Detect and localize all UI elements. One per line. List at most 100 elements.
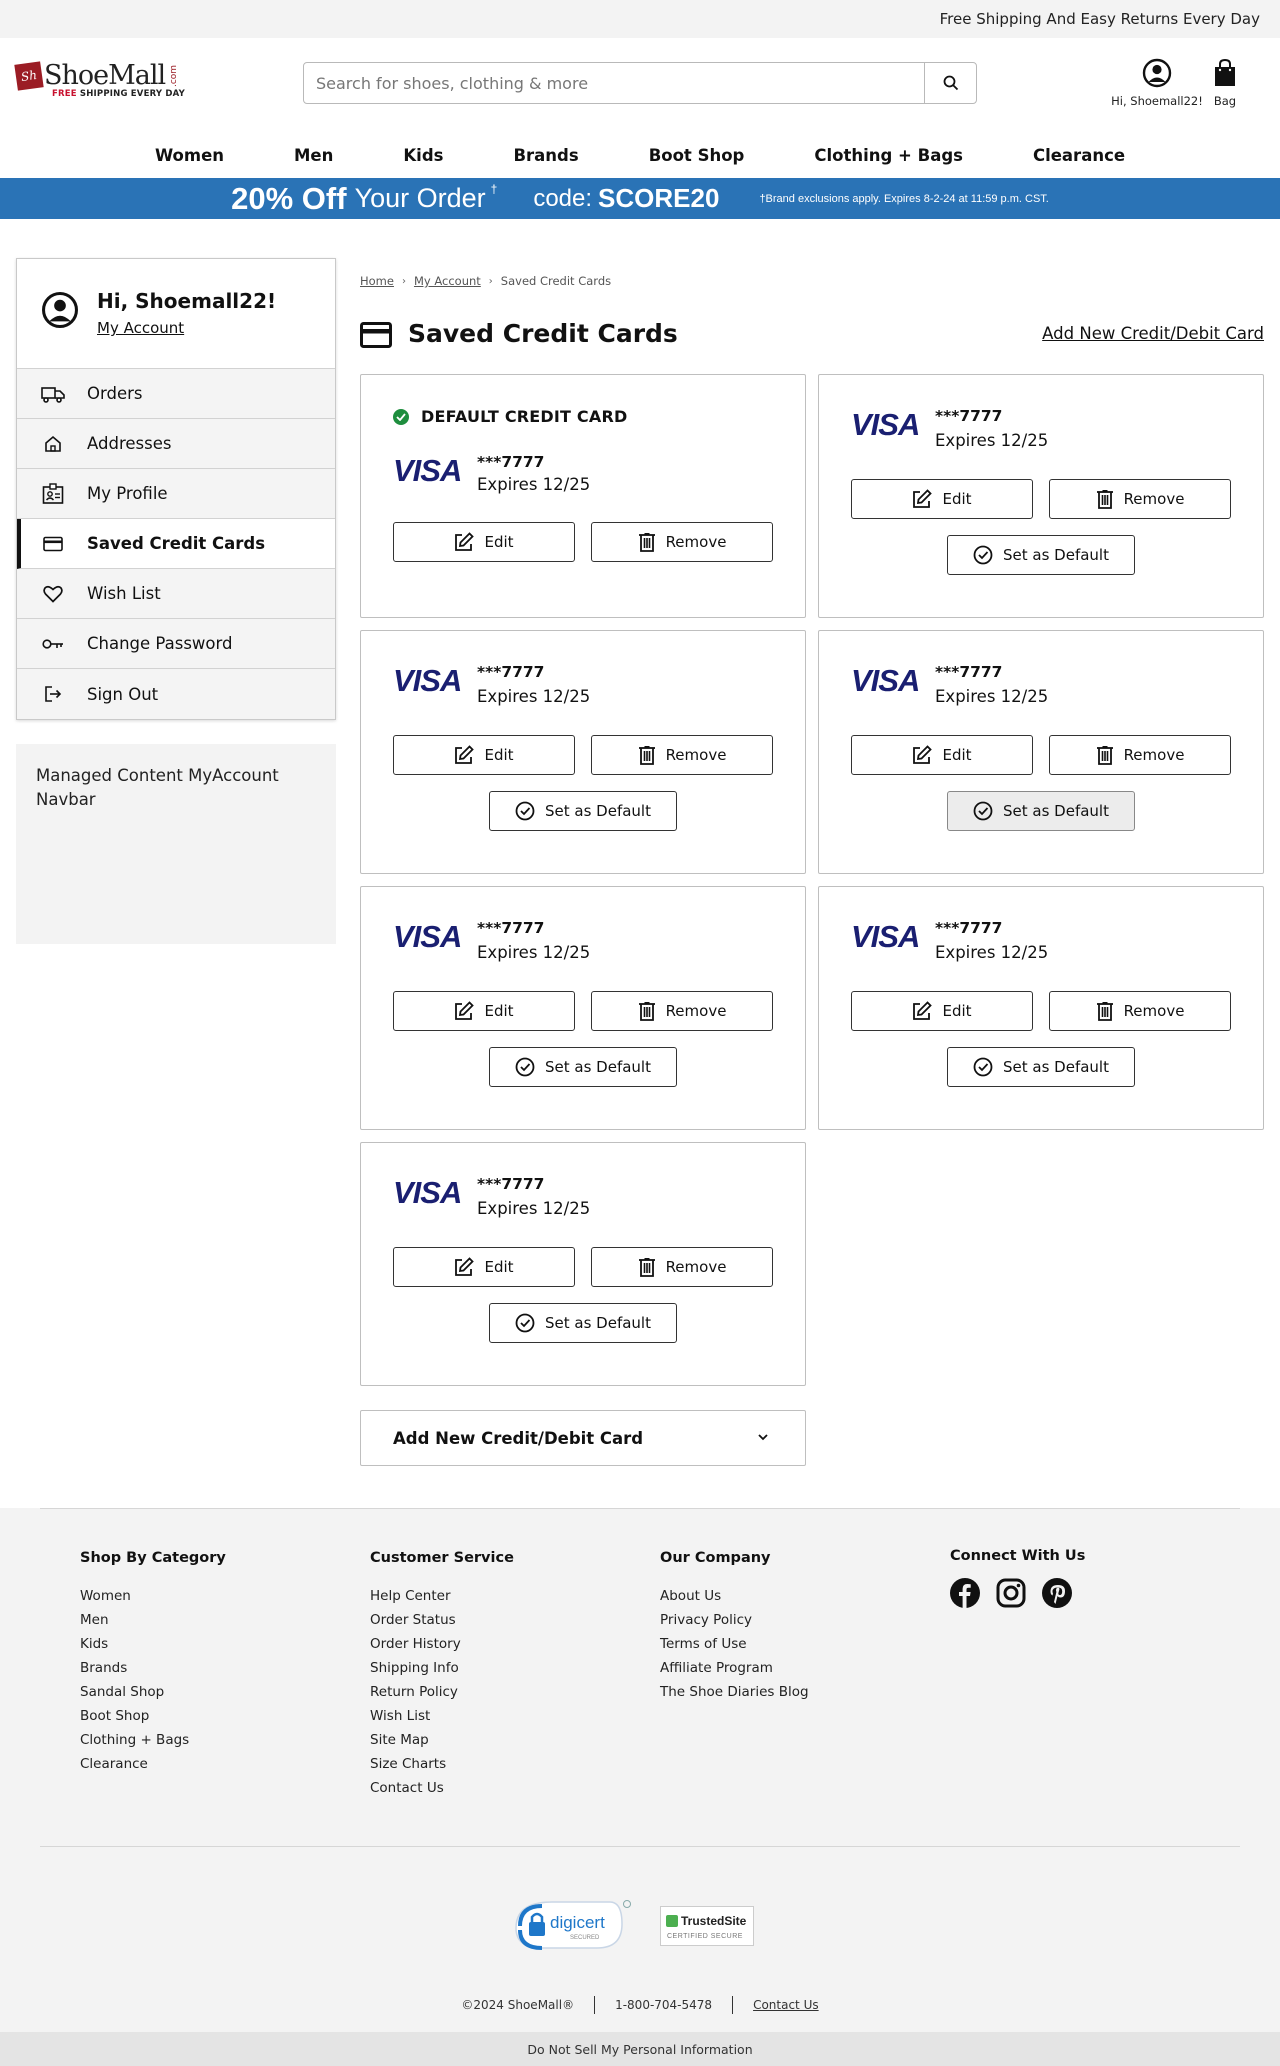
card-expiry: Expires 12/25	[477, 1199, 591, 1218]
edit-card-button[interactable]: Edit	[851, 735, 1033, 775]
edit-card-button[interactable]: Edit	[393, 991, 575, 1031]
footer-link[interactable]: Size Charts	[370, 1752, 514, 1776]
edit-icon	[455, 1001, 475, 1020]
edit-card-button[interactable]: Edit	[393, 522, 575, 562]
footer-heading: Shop By Category	[80, 1550, 226, 1566]
user-circle-icon	[42, 292, 78, 328]
add-card-accordion[interactable]: Add New Credit/Debit Card	[360, 1410, 806, 1466]
footer-link[interactable]: Brands	[80, 1656, 226, 1680]
sidebar-item-sign-out[interactable]: Sign Out	[17, 669, 335, 719]
footer-link[interactable]: Wish List	[370, 1704, 514, 1728]
remove-card-button[interactable]: Remove	[591, 735, 773, 775]
search-button[interactable]	[924, 63, 976, 103]
promo-code-label: code:	[533, 184, 593, 212]
do-not-sell-bar[interactable]: Do Not Sell My Personal Information	[0, 2032, 1280, 2066]
remove-card-button[interactable]: Remove	[591, 991, 773, 1031]
nav-men[interactable]: Men	[259, 146, 368, 165]
edit-card-button[interactable]: Edit	[393, 1247, 575, 1287]
footer-link[interactable]: Clothing + Bags	[80, 1728, 226, 1752]
account-menu[interactable]: Hi, Shoemall22!	[1110, 58, 1204, 108]
footer-link[interactable]: Return Policy	[370, 1680, 514, 1704]
edit-card-button[interactable]: Edit	[851, 479, 1033, 519]
set-default-button[interactable]: Set as Default	[489, 1303, 677, 1343]
digicert-seal[interactable]: digicert SECURED	[512, 1898, 632, 1954]
footer-col-service: Customer Service Help Center Order Statu…	[370, 1550, 514, 1800]
nav-kids[interactable]: Kids	[368, 146, 478, 165]
footer-heading: Our Company	[660, 1550, 771, 1566]
remove-card-button[interactable]: Remove	[1049, 735, 1231, 775]
edit-card-button[interactable]: Edit	[851, 991, 1033, 1031]
footer-heading: Customer Service	[370, 1550, 514, 1566]
set-default-button[interactable]: Set as Default	[489, 791, 677, 831]
trash-icon	[638, 533, 655, 552]
breadcrumb-my-account[interactable]: My Account	[414, 274, 481, 288]
footer-link[interactable]: Contact Us	[370, 1776, 514, 1800]
pinterest-icon[interactable]	[1042, 1578, 1072, 1608]
footer-link[interactable]: Shipping Info	[370, 1656, 514, 1680]
nav-clearance[interactable]: Clearance	[998, 146, 1160, 165]
set-default-button[interactable]: Set as Default	[947, 1047, 1135, 1087]
top-promo-strip: Free Shipping And Easy Returns Every Day	[0, 0, 1280, 38]
footer-link[interactable]: Terms of Use	[660, 1632, 809, 1656]
sidebar-item-orders[interactable]: Orders	[17, 369, 335, 419]
promo-banner[interactable]: 20% Off Your Order † code: SCORE20 †Bran…	[0, 178, 1280, 219]
remove-card-button[interactable]: Remove	[1049, 991, 1231, 1031]
footer-link[interactable]: Kids	[80, 1632, 226, 1656]
trustedsite-seal[interactable]: TrustedSite CERTIFIED SECURE	[660, 1906, 754, 1946]
visa-logo: VISA	[851, 407, 920, 442]
nav-women[interactable]: Women	[120, 146, 259, 165]
site-header: Sh ShoeMall .com FREE SHIPPING EVERY DAY…	[0, 38, 1280, 132]
sidebar-item-label: Saved Credit Cards	[87, 534, 266, 553]
facebook-icon[interactable]	[950, 1578, 980, 1608]
remove-card-button[interactable]: Remove	[591, 1247, 773, 1287]
card-number: ***7777	[935, 919, 1003, 937]
phone-number[interactable]: 1-800-704-5478	[615, 1998, 712, 2012]
copyright-text: ©2024 ShoeMall®	[461, 1998, 575, 2012]
nav-brands[interactable]: Brands	[478, 146, 613, 165]
add-new-card-link[interactable]: Add New Credit/Debit Card	[1042, 324, 1264, 343]
promo-your-order: Your Order	[354, 183, 486, 213]
footer-link[interactable]: Men	[80, 1608, 226, 1632]
remove-card-button[interactable]: Remove	[591, 522, 773, 562]
set-default-button[interactable]: Set as Default	[947, 791, 1135, 831]
search-input[interactable]	[304, 63, 924, 103]
footer-link[interactable]: Privacy Policy	[660, 1608, 809, 1632]
shoemall-logo[interactable]: Sh ShoeMall .com FREE SHIPPING EVERY DAY	[14, 60, 188, 108]
edit-card-button[interactable]: Edit	[393, 735, 575, 775]
edit-icon	[455, 1257, 475, 1276]
sidebar-item-saved-credit-cards[interactable]: Saved Credit Cards	[17, 519, 335, 569]
breadcrumb-home[interactable]: Home	[360, 274, 394, 288]
set-default-button[interactable]: Set as Default	[947, 535, 1135, 575]
nav-boot-shop[interactable]: Boot Shop	[614, 146, 780, 165]
footer-link[interactable]: Clearance	[80, 1752, 226, 1776]
remove-card-button[interactable]: Remove	[1049, 479, 1231, 519]
sidebar-item-wish-list[interactable]: Wish List	[17, 569, 335, 619]
footer-link[interactable]: Help Center	[370, 1584, 514, 1608]
footer-link[interactable]: Affiliate Program	[660, 1656, 809, 1680]
do-not-sell-link[interactable]: Do Not Sell My Personal Information	[527, 2042, 752, 2057]
check-circle-icon	[973, 1057, 993, 1077]
bag-button[interactable]: Bag	[1208, 58, 1242, 108]
sidebar-item-profile[interactable]: My Profile	[17, 469, 335, 519]
sidebar-item-change-password[interactable]: Change Password	[17, 619, 335, 669]
set-default-button[interactable]: Set as Default	[489, 1047, 677, 1087]
footer-link[interactable]: Order History	[370, 1632, 514, 1656]
footer-link[interactable]: Sandal Shop	[80, 1680, 226, 1704]
sidebar-item-addresses[interactable]: Addresses	[17, 419, 335, 469]
footer-link[interactable]: Women	[80, 1584, 226, 1608]
nav-clothing-bags[interactable]: Clothing + Bags	[779, 146, 998, 165]
sidebar-item-label: My Profile	[87, 484, 168, 503]
contact-us-link[interactable]: Contact Us	[753, 1998, 819, 2012]
footer-link[interactable]: The Shoe Diaries Blog	[660, 1680, 809, 1704]
footer-link[interactable]: Site Map	[370, 1728, 514, 1752]
promo-code: SCORE20	[598, 183, 720, 213]
my-account-link[interactable]: My Account	[97, 319, 276, 337]
trash-icon	[638, 746, 655, 765]
footer-link[interactable]: About Us	[660, 1584, 809, 1608]
footer-link[interactable]: Boot Shop	[80, 1704, 226, 1728]
home-icon	[45, 435, 61, 452]
footer-link[interactable]: Order Status	[370, 1608, 514, 1632]
search-bar	[303, 62, 977, 104]
breadcrumb: Home › My Account › Saved Credit Cards	[360, 274, 611, 288]
instagram-icon[interactable]	[996, 1578, 1026, 1608]
